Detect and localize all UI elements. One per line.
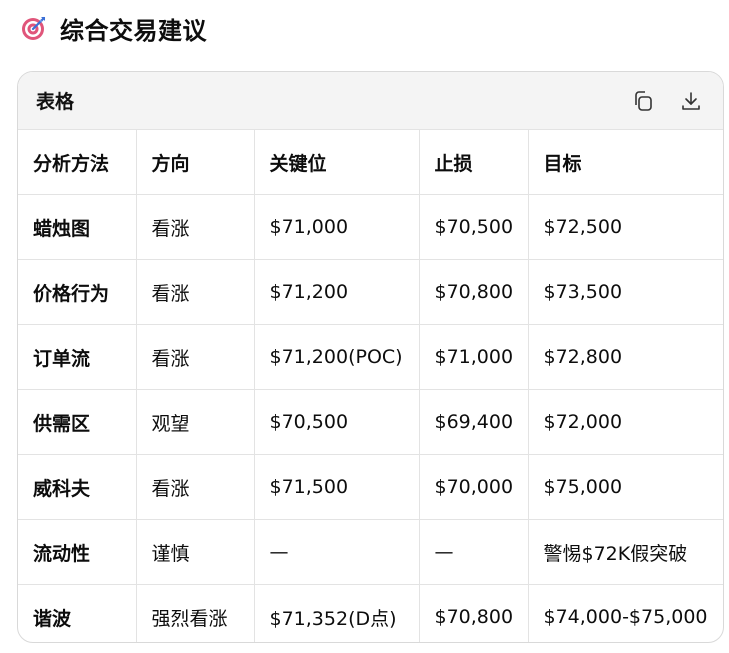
download-icon [682, 91, 700, 110]
download-button[interactable] [677, 87, 705, 115]
table-row: 谐波 强烈看涨 $71,352(D点) $70,800 $74,000-$75,… [18, 584, 723, 642]
cell-direction: 看涨 [136, 259, 255, 325]
table-card: 表格 分析方法 方向 关键位 止损 目标 蜡烛图 看涨 $71,000 $70,… [17, 71, 724, 643]
cell-direction: 观望 [136, 389, 255, 455]
table-row: 威科夫 看涨 $71,500 $70,000 $75,000 [18, 454, 723, 520]
cell-stop-loss: $70,800 [419, 259, 529, 325]
column-header-key-level: 关键位 [254, 130, 420, 195]
cell-key-level: $70,500 [254, 389, 420, 455]
table-row: 价格行为 看涨 $71,200 $70,800 $73,500 [18, 259, 723, 325]
table-row: 订单流 看涨 $71,200(POC) $71,000 $72,800 [18, 324, 723, 390]
column-header-direction: 方向 [136, 130, 255, 195]
cell-target: $72,000 [528, 389, 723, 455]
cell-method: 供需区 [18, 389, 137, 455]
cell-stop-loss: $69,400 [419, 389, 529, 455]
cell-key-level: $71,352(D点) [254, 584, 420, 642]
cell-key-level: $71,500 [254, 454, 420, 520]
cell-direction: 看涨 [136, 454, 255, 520]
cell-direction: 看涨 [136, 194, 255, 260]
direct-hit-target-icon [20, 14, 48, 42]
section-heading: 综合交易建议 [20, 8, 207, 48]
cell-target: 警惕$72K假突破 [528, 519, 723, 585]
column-header-method: 分析方法 [18, 130, 137, 195]
cell-method: 订单流 [18, 324, 137, 390]
cell-direction: 强烈看涨 [136, 584, 255, 642]
table-card-actions [629, 87, 705, 115]
cell-key-level: $71,000 [254, 194, 420, 260]
table-row: 流动性 谨慎 — — 警惕$72K假突破 [18, 519, 723, 585]
cell-method: 谐波 [18, 584, 137, 642]
copy-icon [635, 90, 652, 111]
column-header-target: 目标 [528, 130, 723, 195]
cell-target: $75,000 [528, 454, 723, 520]
column-header-stop-loss: 止损 [419, 130, 529, 195]
cell-method: 流动性 [18, 519, 137, 585]
cell-stop-loss: — [419, 519, 529, 585]
analysis-table: 分析方法 方向 关键位 止损 目标 蜡烛图 看涨 $71,000 $70,500… [18, 130, 723, 642]
cell-direction: 谨慎 [136, 519, 255, 585]
cell-target: $72,500 [528, 194, 723, 260]
cell-stop-loss: $70,800 [419, 584, 529, 642]
table-row: 蜡烛图 看涨 $71,000 $70,500 $72,500 [18, 194, 723, 260]
cell-method: 蜡烛图 [18, 194, 137, 260]
cell-target: $72,800 [528, 324, 723, 390]
cell-key-level: $71,200(POC) [254, 324, 420, 390]
cell-target: $74,000-$75,000 [543, 606, 708, 628]
table-row: 供需区 观望 $70,500 $69,400 $72,000 [18, 389, 723, 455]
cell-target: $73,500 [528, 259, 723, 325]
table-card-header: 表格 [18, 72, 723, 130]
cell-key-level: — [254, 519, 420, 585]
cell-stop-loss: $70,000 [419, 454, 529, 520]
table-header-row: 分析方法 方向 关键位 止损 目标 [18, 130, 723, 195]
table-card-title: 表格 [36, 91, 75, 113]
copy-button[interactable] [629, 87, 657, 115]
cell-stop-loss: $71,000 [419, 324, 529, 390]
cell-stop-loss: $70,500 [419, 194, 529, 260]
cell-method: 价格行为 [18, 259, 137, 325]
cell-method: 威科夫 [18, 454, 137, 520]
section-title: 综合交易建议 [60, 16, 207, 45]
cell-direction: 看涨 [136, 324, 255, 390]
cell-key-level: $71,200 [254, 259, 420, 325]
